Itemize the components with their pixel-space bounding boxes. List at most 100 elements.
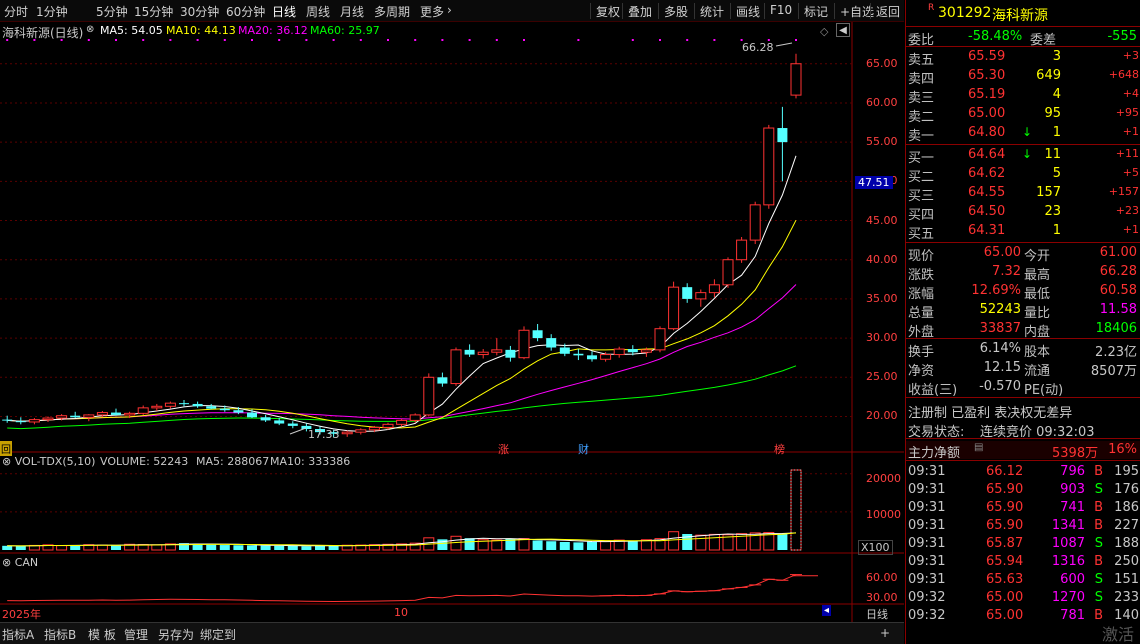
- volume-axis-10000: 10000: [866, 508, 901, 521]
- volume-bar: [587, 541, 597, 550]
- period-60min[interactable]: 60分钟: [226, 3, 265, 20]
- period-more[interactable]: 更多: [420, 3, 444, 20]
- period-weekly[interactable]: 周线: [306, 3, 330, 20]
- add-watchlist-button[interactable]: +自选: [834, 3, 874, 19]
- price-axis-label: 25.00: [866, 370, 898, 384]
- diamond-icon[interactable]: ◇: [820, 25, 828, 38]
- period-fenshi[interactable]: 分时: [4, 3, 28, 20]
- stat-label: 今开: [1024, 249, 1051, 264]
- ma5-label: MA5: 54.05: [100, 24, 163, 37]
- tick-count: 250: [1114, 554, 1139, 569]
- period-daily[interactable]: 日线: [272, 3, 296, 20]
- ask-price: 65.59: [968, 49, 1006, 64]
- tick-row[interactable]: 09:31 65.87 1087 S 188: [906, 535, 1140, 553]
- list-icon[interactable]: ▤: [974, 442, 983, 453]
- price-axis-label: 30.00: [866, 331, 898, 345]
- tick-price: 65.90: [986, 482, 1024, 497]
- tick-row[interactable]: 09:31 65.94 1316 B 250: [906, 553, 1140, 571]
- candle-body: [355, 429, 367, 433]
- candle-body: [491, 349, 503, 353]
- tab-bind-to[interactable]: 绑定到: [200, 626, 236, 643]
- stat-value: 18406: [1095, 321, 1137, 336]
- tick-time: 09:31: [908, 482, 946, 497]
- tick-volume: 1341: [1051, 518, 1085, 533]
- volume-bar: [532, 540, 543, 550]
- volume-bar: [695, 534, 707, 551]
- tick-row[interactable]: 09:31 66.12 796 B 195: [906, 463, 1140, 481]
- tick-side: S: [1094, 590, 1103, 605]
- period-label[interactable]: 日线: [866, 606, 888, 622]
- can-line: [7, 574, 797, 603]
- price-axis-label: 55.00: [866, 135, 898, 149]
- tab-template[interactable]: 模 板: [88, 626, 116, 643]
- bid-row[interactable]: 买二 64.62 5 +5: [906, 165, 1140, 185]
- tab-indicator-b[interactable]: 指标B: [44, 626, 76, 643]
- tick-row[interactable]: 09:31 65.90 903 S 176: [906, 481, 1140, 499]
- period-5min[interactable]: 5分钟: [96, 3, 128, 20]
- tab-indicator-a[interactable]: 指标A: [2, 626, 34, 643]
- signal-dot: [468, 39, 471, 41]
- period-15min[interactable]: 15分钟: [134, 3, 173, 20]
- tick-row[interactable]: 09:31 65.90 1341 B 227: [906, 517, 1140, 535]
- tongji-button[interactable]: 统计: [694, 3, 724, 19]
- plus-icon[interactable]: +: [880, 626, 890, 640]
- notice-row: 注册制 已盈利 表决权无差异: [906, 401, 1140, 421]
- tab-manage[interactable]: 管理: [124, 626, 148, 643]
- tick-row[interactable]: 09:31 65.63 600 S 151: [906, 571, 1140, 589]
- tab-save-as[interactable]: 另存为: [158, 626, 194, 643]
- ask-row[interactable]: 卖三 65.19 4 +4: [906, 86, 1140, 106]
- period-multi[interactable]: 多周期: [374, 3, 410, 20]
- chart-area[interactable]: 海科新源(日线) ⊗ MA5: 54.05 MA10: 44.13 MA20: …: [0, 22, 904, 628]
- volume-bar: [247, 545, 257, 550]
- ask-row[interactable]: 卖四 65.30 649 +648: [906, 67, 1140, 87]
- duogu-button[interactable]: 多股: [658, 3, 688, 19]
- stat-row: 涨跌 7.32 最高 66.28: [906, 263, 1140, 283]
- tick-row[interactable]: 09:32 65.00 1270 S 233: [906, 589, 1140, 607]
- biaoji-button[interactable]: 标记: [798, 3, 828, 19]
- period-monthly[interactable]: 月线: [340, 3, 364, 20]
- scroll-left-icon[interactable]: ◂: [822, 605, 832, 616]
- candle-body: [682, 287, 693, 299]
- event-marker-cai[interactable]: 财: [578, 441, 589, 457]
- trade-status-row: 交易状态: 连续竞价 09:32:03: [906, 420, 1140, 440]
- bid-row[interactable]: 买四 64.50 23 +23: [906, 203, 1140, 223]
- main-flow-row[interactable]: 主力净额 ▤ 5398万 16%: [906, 441, 1140, 461]
- candle-body: [28, 419, 40, 423]
- tick-time: 09:31: [908, 536, 946, 551]
- ask-row[interactable]: 卖二 65.00 95 +95: [906, 105, 1140, 125]
- bid-row[interactable]: 买三 64.55 157 +157: [906, 184, 1140, 204]
- event-marker-hui[interactable]: 回: [0, 441, 12, 456]
- event-marker-zhang[interactable]: 涨: [498, 441, 509, 457]
- tick-price: 65.00: [986, 608, 1024, 623]
- kline-chart[interactable]: [0, 22, 904, 628]
- tick-row[interactable]: 09:31 65.90 741 B 186: [906, 499, 1140, 517]
- volume-bar: [668, 531, 680, 551]
- stat-label: 最低: [1024, 287, 1051, 302]
- event-marker-bang[interactable]: 榜: [774, 441, 785, 457]
- huaxian-button[interactable]: 画线: [730, 3, 760, 19]
- bid-row[interactable]: 买五 64.31 1 +1: [906, 222, 1140, 242]
- high-label: 66.28: [742, 41, 774, 54]
- chevron-right-icon[interactable]: ›: [447, 3, 452, 17]
- candle-body: [546, 338, 557, 348]
- ask-row[interactable]: 卖一 64.80 1 +1 ↓: [906, 124, 1140, 144]
- bid-row[interactable]: 买一 64.64 11 +11 ↓: [906, 146, 1140, 166]
- stock-code: 301292: [938, 5, 992, 21]
- tick-time: 09:31: [908, 464, 946, 479]
- stat-row: 外盘 33837 内盘 18406: [906, 320, 1140, 340]
- fuquan-button[interactable]: 复权: [590, 3, 620, 19]
- price-axis-label: 40.00: [866, 252, 898, 266]
- ask-row[interactable]: 卖五 65.59 3 +3: [906, 48, 1140, 68]
- diejia-button[interactable]: 叠加: [622, 3, 652, 19]
- expand-icon[interactable]: ◀: [836, 23, 850, 37]
- tick-time: 09:31: [908, 500, 946, 515]
- stat-value: 60.58: [1099, 283, 1137, 298]
- back-button[interactable]: 返回: [870, 3, 900, 19]
- period-30min[interactable]: 30分钟: [180, 3, 219, 20]
- collapse-icon[interactable]: ⊗: [86, 24, 94, 35]
- candle-body: [2, 419, 13, 421]
- candle-body: [668, 286, 680, 330]
- f10-button[interactable]: F10: [764, 3, 792, 19]
- candle-body: [409, 414, 421, 421]
- period-1min[interactable]: 1分钟: [36, 3, 68, 20]
